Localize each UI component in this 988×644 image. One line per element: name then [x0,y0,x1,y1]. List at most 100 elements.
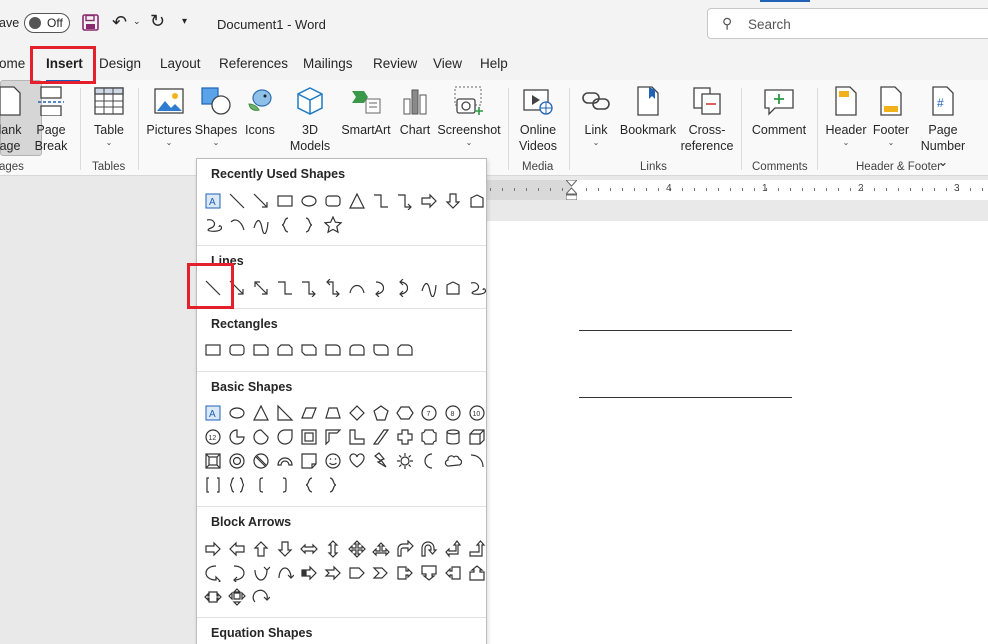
shape-rrect-icon[interactable] [321,189,345,213]
pictures-button[interactable]: Pictures ⌄ [146,84,192,148]
shape-teardrop-icon[interactable] [273,425,297,449]
shape-diamond-icon[interactable] [345,401,369,425]
shape-num8-icon[interactable]: 8 [441,401,465,425]
shape-arrowD-icon[interactable] [441,189,465,213]
shape-brace-l-icon[interactable] [297,473,321,497]
shape-arrowL-icon[interactable] [225,537,249,561]
shape-round3-icon[interactable] [369,338,393,362]
comment-button[interactable]: Comment [749,84,809,138]
shape-curvedbl-icon[interactable] [393,276,417,300]
shape-calloutU-icon[interactable] [465,561,486,585]
shapes-button[interactable]: Shapes ⌄ [195,84,237,148]
shape-cube-icon[interactable] [465,425,486,449]
shape-round2-icon[interactable] [345,338,369,362]
shape-scribble-icon[interactable] [465,276,486,300]
shape-quad-icon[interactable] [345,537,369,561]
shape-brace-r-icon[interactable] [297,213,321,237]
shape-nosym-icon[interactable] [249,449,273,473]
shape-curvedU-icon[interactable] [249,561,273,585]
tab-review[interactable]: Review [373,56,417,71]
cross-reference-button[interactable]: Cross- reference [680,84,734,154]
shape-calloutR-icon[interactable] [393,561,417,585]
footer-button[interactable]: Footer ⌄ [871,84,911,148]
undo-dropdown-icon[interactable]: ⌄ [133,16,141,27]
shape-elbowarrow-icon[interactable] [297,276,321,300]
shape-snip1-icon[interactable] [249,338,273,362]
shape-blockarc-icon[interactable] [273,449,297,473]
save-icon[interactable] [82,14,99,31]
shape-can-icon[interactable] [441,425,465,449]
shape-para-icon[interactable] [297,401,321,425]
tab-design[interactable]: Design [99,56,141,71]
search-input[interactable]: ⚲ Search [707,8,988,39]
shape-bent-icon[interactable] [393,537,417,561]
shape-curvedR-icon[interactable] [201,561,225,585]
shape-cloud-icon[interactable] [441,449,465,473]
shape-elbow-icon[interactable] [273,276,297,300]
shape-dblbracket-icon[interactable] [201,473,225,497]
shape-rrect-icon[interactable] [225,338,249,362]
shape-curvearrow-icon[interactable] [369,276,393,300]
indent-marker[interactable] [564,179,579,201]
shape-snipround-icon[interactable] [393,338,417,362]
shape-rbracket-icon[interactable] [273,473,297,497]
shape-sine-icon[interactable] [417,276,441,300]
bookmark-button[interactable]: Bookmark [620,84,676,138]
shape-bentup-icon[interactable] [465,537,486,561]
shape-textbox-icon[interactable]: A [201,401,225,425]
shape-arrowUD-icon[interactable] [321,537,345,561]
shape-striped-icon[interactable] [297,561,321,585]
shape-arc2-icon[interactable] [465,449,486,473]
table-button[interactable]: Table ⌄ [91,84,127,148]
shape-brace-l-icon[interactable] [273,213,297,237]
shape-hex-icon[interactable] [393,401,417,425]
shape-dblbrace-icon[interactable] [225,473,249,497]
autosave-toggle[interactable]: Off [24,13,70,33]
shape-arrowR-icon[interactable] [417,189,441,213]
tab-mailings[interactable]: Mailings [303,56,353,71]
shape-line-icon[interactable] [225,189,249,213]
page-break-button[interactable]: Page Break [33,84,69,154]
shape-arrowR-icon[interactable] [201,537,225,561]
shape-star-icon[interactable] [321,213,345,237]
shape-elbowdbl-icon[interactable] [321,276,345,300]
shape-rect-icon[interactable] [273,189,297,213]
shape-textbox-icon[interactable]: A [201,189,225,213]
redo-icon[interactable]: ↻ [150,11,165,32]
tab-view[interactable]: View [433,56,462,71]
chart-button[interactable]: Chart [397,84,433,138]
shape-pentagon-icon[interactable] [345,561,369,585]
shape-pie-icon[interactable] [225,425,249,449]
tab-references[interactable]: References [219,56,288,71]
shape-bevel-icon[interactable] [201,449,225,473]
shape-uturn-icon[interactable] [417,537,441,561]
blank-page-button[interactable]: lank age [0,84,28,154]
shape-triangle-icon[interactable] [249,401,273,425]
shape-rtri-icon[interactable] [273,401,297,425]
shape-pent-icon[interactable] [369,401,393,425]
shape-leftup-icon[interactable] [441,537,465,561]
shape-curvedL-icon[interactable] [225,561,249,585]
screenshot-button[interactable]: Screenshot ⌄ [437,84,501,148]
shape-arrowU-icon[interactable] [249,537,273,561]
shape-moon-icon[interactable] [417,449,441,473]
shape-calloutD-icon[interactable] [417,561,441,585]
shape-dblarrow-icon[interactable] [249,276,273,300]
link-button[interactable]: Link ⌄ [578,84,614,148]
shape-cross-icon[interactable] [393,425,417,449]
shape-curve-icon[interactable] [345,276,369,300]
shape-brace-r-icon[interactable] [321,473,345,497]
shape-freeform-icon[interactable] [465,189,486,213]
shape-sun-icon[interactable] [393,449,417,473]
shape-calloutL-icon[interactable] [441,561,465,585]
customize-toolbar-icon[interactable]: ▾ [182,16,187,27]
shape-num10-icon[interactable]: 10 [465,401,486,425]
shape-arc-icon[interactable] [225,213,249,237]
shape-arrowD-icon[interactable] [273,537,297,561]
shape-arrowLR-icon[interactable] [297,537,321,561]
shape-snip2-icon[interactable] [273,338,297,362]
tab-home[interactable]: ome [0,56,25,71]
shape-rect-icon[interactable] [201,338,225,362]
tab-help[interactable]: Help [480,56,508,71]
shape-calloutLR-icon[interactable] [201,585,225,609]
